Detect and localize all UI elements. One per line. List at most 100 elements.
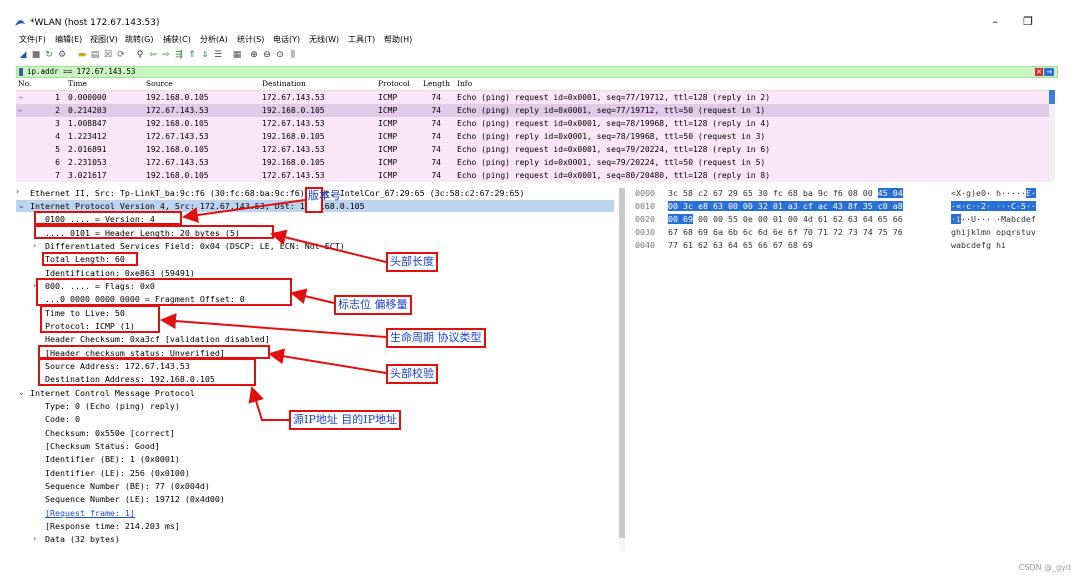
expand-chevron-icon[interactable]: › bbox=[33, 240, 36, 252]
col-no[interactable]: No. bbox=[18, 79, 31, 89]
details-scroll-thumb[interactable] bbox=[619, 188, 625, 538]
tree-ethernet[interactable]: Ethernet II, Src: Tp-LinkT_ba:9c:f6 (30:… bbox=[30, 187, 525, 199]
resize-columns-icon[interactable]: ⫼ bbox=[288, 50, 298, 60]
byte-offset: 0020 bbox=[635, 214, 655, 224]
close-file-icon[interactable]: ☒ bbox=[103, 50, 113, 60]
menu-statistics[interactable]: 统计(S) bbox=[237, 35, 264, 45]
stop-icon[interactable]: ■ bbox=[31, 50, 41, 60]
restart-icon[interactable]: ↻ bbox=[44, 50, 54, 60]
cell-src: 192.168.0.105 bbox=[146, 93, 209, 102]
packet-row[interactable]: → 1 0.000000 192.168.0.105 172.67.143.53 ICMP… bbox=[16, 91, 1052, 104]
ascii-line[interactable]: ghijklmn opqrstuv bbox=[951, 226, 1036, 238]
hex-line[interactable]: 77 61 62 63 64 65 66 67 68 69 bbox=[668, 239, 813, 251]
minimize-button[interactable]: – bbox=[985, 14, 1005, 30]
icmp-seq-le[interactable]: Sequence Number (LE): 19712 (0x4d00) bbox=[45, 493, 225, 505]
icmp-type[interactable]: Type: 0 (Echo (ping) reply) bbox=[45, 400, 180, 412]
hex-line[interactable]: 67 68 69 6a 6b 6c 6d 6e 6f 70 71 72 73 7… bbox=[668, 226, 903, 238]
menu-file[interactable]: 文件(F) bbox=[19, 35, 46, 45]
colorize-icon[interactable]: ▦ bbox=[232, 50, 242, 60]
menu-view[interactable]: 视图(V) bbox=[90, 35, 118, 45]
back-arrow-icon[interactable]: ⇦ bbox=[148, 50, 158, 60]
display-filter-bar[interactable]: ip.addr == 172.67.143.53 ✕ → bbox=[16, 66, 1058, 78]
cell-dst: 192.168.0.105 bbox=[262, 132, 325, 141]
autoscroll-icon[interactable]: ☰ bbox=[213, 50, 223, 60]
hex-line[interactable]: 00 3c e8 63 00 00 32 01 a3 cf ac 43 8f 3… bbox=[668, 200, 903, 212]
menu-capture[interactable]: 捕获(C) bbox=[163, 35, 191, 45]
first-packet-icon[interactable]: ⇑ bbox=[187, 50, 197, 60]
display-filter-input[interactable]: ip.addr == 172.67.143.53 bbox=[27, 67, 135, 77]
menu-go[interactable]: 跳转(G) bbox=[125, 35, 153, 45]
cell-dst: 172.67.143.53 bbox=[262, 93, 325, 102]
expand-chevron-icon[interactable]: › bbox=[33, 533, 36, 545]
tree-data[interactable]: Data (32 bytes) bbox=[45, 533, 120, 545]
cell-dst: 192.168.0.105 bbox=[262, 106, 325, 115]
col-time[interactable]: Time bbox=[68, 79, 87, 89]
goto-packet-icon[interactable]: ⇶ bbox=[174, 50, 184, 60]
restore-button[interactable]: ❐ bbox=[1018, 14, 1038, 30]
menu-tools[interactable]: 工具(T) bbox=[348, 35, 375, 45]
ascii-line[interactable]: ·i··U··· ·Mabcdef bbox=[951, 213, 1036, 225]
save-file-icon[interactable]: ▤ bbox=[90, 50, 100, 60]
icmp-response-time[interactable]: [Response time: 214.203 ms] bbox=[45, 520, 180, 532]
cell-src: 192.168.0.105 bbox=[146, 119, 209, 128]
menu-analyze[interactable]: 分析(A) bbox=[200, 35, 228, 45]
zoom-in-icon[interactable]: ⊕ bbox=[249, 50, 259, 60]
bookmark-icon[interactable] bbox=[19, 68, 23, 76]
ip-dsfield[interactable]: Differentiated Services Field: 0x04 (DSC… bbox=[45, 240, 345, 252]
cell-proto: ICMP bbox=[378, 93, 398, 102]
icmp-code[interactable]: Code: 0 bbox=[45, 413, 80, 425]
ascii-line[interactable]: <X·g)e0· h·····E· bbox=[951, 187, 1036, 199]
cell-len: 74 bbox=[431, 119, 441, 128]
ascii-line[interactable]: ·<·c··2· ···C·5·· bbox=[951, 200, 1036, 212]
byte-offset: 0010 bbox=[635, 201, 655, 211]
clear-filter-button[interactable]: ✕ bbox=[1035, 68, 1043, 76]
ascii-line[interactable]: wabcdefg hi bbox=[951, 239, 1006, 251]
packet-row[interactable]: 7 3.021617 192.168.0.105 172.67.143.53 ICMP 7… bbox=[16, 169, 1052, 182]
col-destination[interactable]: Destination bbox=[262, 79, 306, 89]
packet-row[interactable]: 6 2.231053 172.67.143.53 192.168.0.105 ICMP 7… bbox=[16, 156, 1052, 169]
menu-edit[interactable]: 编辑(E) bbox=[55, 35, 82, 45]
open-folder-icon[interactable]: ▬ bbox=[77, 50, 87, 60]
collapse-chevron-icon[interactable]: ⌄ bbox=[18, 200, 25, 212]
packet-row[interactable]: ← 2 0.214203 172.67.143.53 192.168.0.105 ICMP… bbox=[16, 104, 1052, 117]
reload-icon[interactable]: ⟳ bbox=[116, 50, 126, 60]
col-protocol[interactable]: Protocol bbox=[378, 79, 410, 89]
col-info[interactable]: Info bbox=[457, 79, 472, 89]
cell-no: 1 bbox=[55, 93, 60, 102]
icmp-seq-be[interactable]: Sequence Number (BE): 77 (0x004d) bbox=[45, 480, 210, 492]
address-highlight-box bbox=[38, 358, 256, 386]
shark-fin-start-icon[interactable]: ◢ bbox=[18, 50, 28, 60]
hex-line[interactable]: 3c 58 c2 67 29 65 30 fc 68 ba 9c f6 08 0… bbox=[668, 187, 903, 199]
collapse-chevron-icon[interactable]: ⌄ bbox=[18, 387, 25, 399]
icmp-identifier-le[interactable]: Identifier (LE): 256 (0x0100) bbox=[45, 467, 190, 479]
icmp-checksum-status[interactable]: [Checksum Status: Good] bbox=[45, 440, 160, 452]
packet-row[interactable]: 4 1.223412 172.67.143.53 192.168.0.105 ICMP 7… bbox=[16, 130, 1052, 143]
icmp-identifier-be[interactable]: Identifier (BE): 1 (0x0001) bbox=[45, 453, 180, 465]
options-gear-icon[interactable]: ⚙ bbox=[57, 50, 67, 60]
ip-header-checksum[interactable]: Header Checksum: 0xa3cf [validation disa… bbox=[45, 333, 270, 345]
col-source[interactable]: Source bbox=[146, 79, 173, 89]
request-frame-link[interactable]: [Request frame: 1] bbox=[45, 507, 135, 519]
zoom-normal-icon[interactable]: ⊙ bbox=[275, 50, 285, 60]
annotation-ttl-protocol-label: 生命周期 协议类型 bbox=[386, 328, 486, 348]
packet-row[interactable]: 3 1.008847 192.168.0.105 172.67.143.53 ICMP 7… bbox=[16, 117, 1052, 130]
icmp-checksum[interactable]: Checksum: 0x550e [correct] bbox=[45, 427, 175, 439]
forward-arrow-icon[interactable]: ⇨ bbox=[161, 50, 171, 60]
packet-row[interactable]: 5 2.016891 192.168.0.105 172.67.143.53 ICMP 7… bbox=[16, 143, 1052, 156]
col-length[interactable]: Length bbox=[423, 79, 450, 89]
hex-line[interactable]: 00 69 00 00 55 0e 00 01 00 4d 61 62 63 6… bbox=[668, 213, 903, 225]
cell-src: 192.168.0.105 bbox=[146, 171, 209, 180]
menu-telephony[interactable]: 电话(Y) bbox=[273, 35, 300, 45]
last-packet-icon[interactable]: ⇓ bbox=[200, 50, 210, 60]
checksum-status-highlight-box bbox=[38, 345, 270, 359]
packet-list-scroll-thumb[interactable] bbox=[1049, 90, 1055, 104]
zoom-out-icon[interactable]: ⊖ bbox=[262, 50, 272, 60]
apply-filter-button[interactable]: → bbox=[1044, 68, 1054, 76]
cell-time: 3.021617 bbox=[68, 171, 107, 180]
cell-proto: ICMP bbox=[378, 119, 398, 128]
find-icon[interactable]: ⚲ bbox=[135, 50, 145, 60]
menu-wireless[interactable]: 无线(W) bbox=[309, 35, 339, 45]
menu-help[interactable]: 帮助(H) bbox=[384, 35, 412, 45]
expand-chevron-icon[interactable]: › bbox=[16, 186, 19, 198]
tree-icmp[interactable]: Internet Control Message Protocol bbox=[30, 387, 195, 399]
